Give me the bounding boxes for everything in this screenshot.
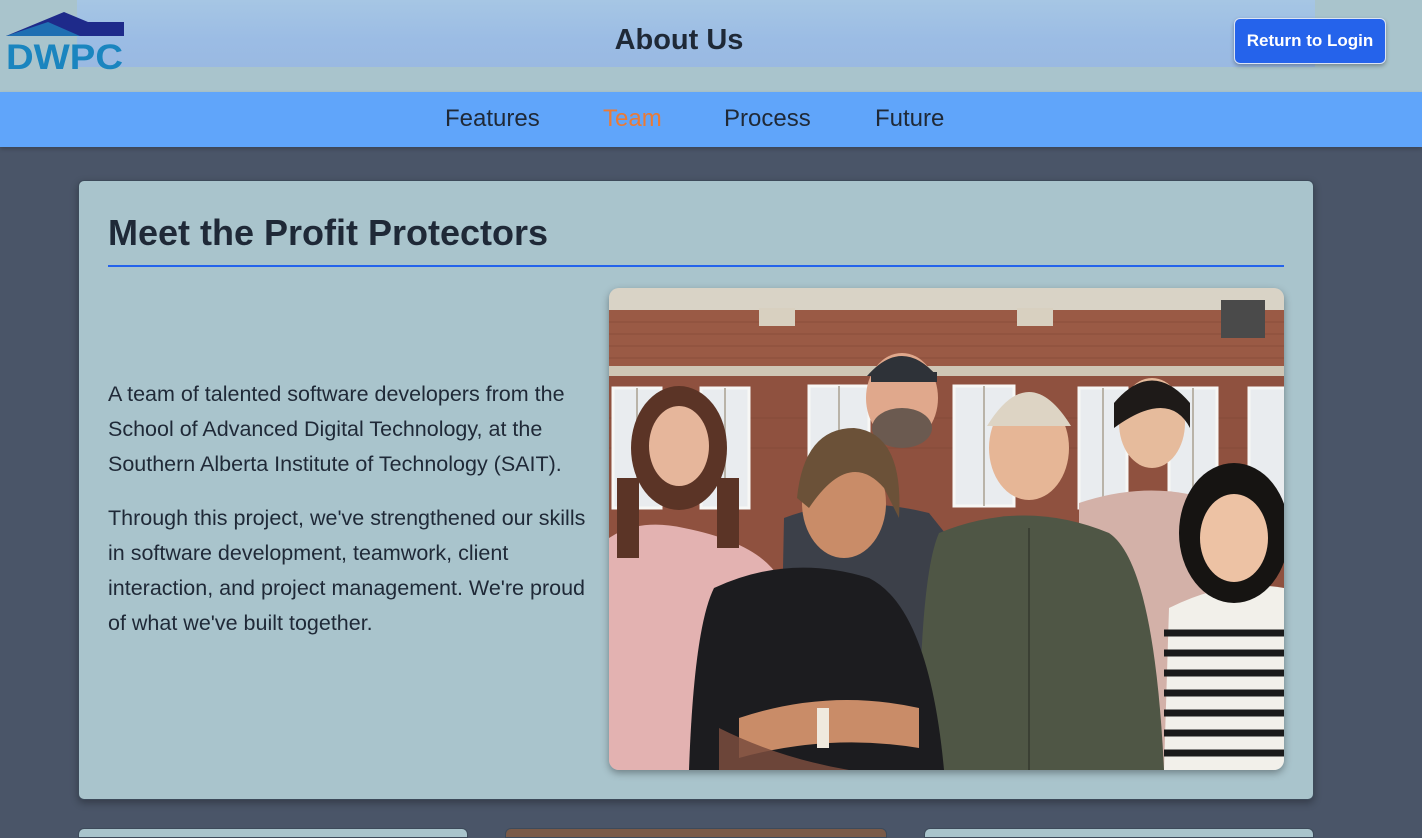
return-to-login-button[interactable]: Return to Login: [1234, 18, 1386, 64]
team-reflection-paragraph: Through this project, we've strengthened…: [108, 506, 586, 635]
team-description: A team of talented software developers f…: [108, 377, 588, 660]
team-photo: [609, 288, 1284, 770]
page-header: DWPC About Us Return to Login: [0, 0, 1422, 92]
nav-item-features[interactable]: Features: [445, 105, 540, 133]
nav-item-team[interactable]: Team: [603, 105, 662, 133]
team-card: Meet the Profit Protectors A team of tal…: [78, 180, 1314, 800]
heading-divider: [108, 265, 1284, 267]
next-card-edge: [505, 828, 887, 838]
nav-item-future[interactable]: Future: [875, 105, 944, 133]
next-card-edge: [924, 828, 1314, 838]
page-title: About Us: [614, 24, 744, 56]
team-heading: Meet the Profit Protectors: [108, 212, 549, 253]
next-card-edge: [78, 828, 468, 838]
section-nav: Features Team Process Future: [0, 92, 1422, 147]
team-intro-paragraph: A team of talented software developers f…: [108, 382, 565, 476]
nav-item-process[interactable]: Process: [724, 105, 811, 133]
